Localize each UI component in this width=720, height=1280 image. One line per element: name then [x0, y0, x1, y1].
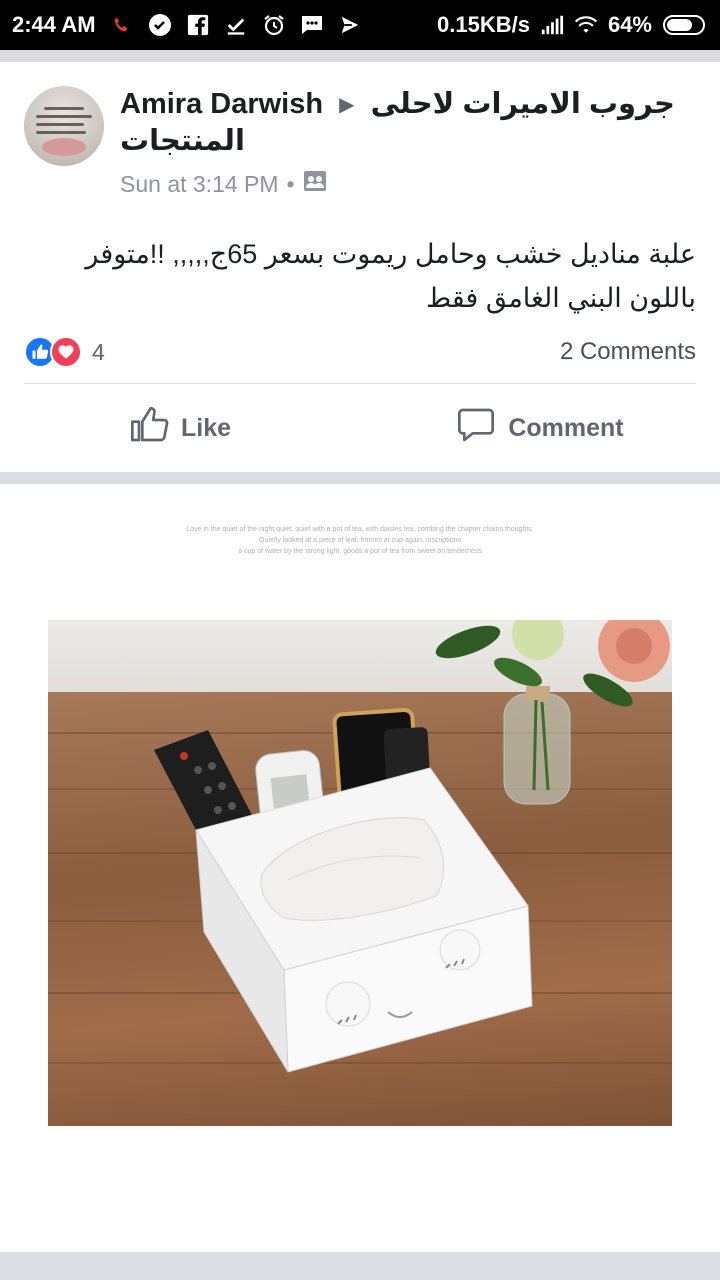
post-card: Amira Darwish ▶ جروب الاميرات لاحلى المن… — [0, 62, 720, 472]
battery-percentage: 64% — [607, 12, 652, 37]
comment-icon — [456, 405, 496, 452]
check-circle-icon — [148, 13, 172, 37]
like-button[interactable]: Like — [0, 384, 360, 472]
photo-caption: Love in the quiet of the night quiet, qu… — [180, 524, 540, 557]
network-speed: 0.15KB/s — [437, 12, 530, 37]
battery-icon — [662, 13, 708, 37]
product-photo[interactable] — [48, 620, 672, 1126]
send-icon — [338, 13, 362, 37]
caption-line: a cup of water by the strong light, good… — [238, 548, 482, 555]
thumbs-up-icon — [129, 405, 169, 452]
arrow-right-icon: ▶ — [339, 94, 355, 117]
post-header-title: Amira Darwish ▶ جروب الاميرات لاحلى المن… — [120, 86, 700, 159]
alarm-icon — [262, 13, 286, 37]
post-actions: Like Comment — [0, 384, 720, 472]
post-timestamp[interactable]: Sun at 3:14 PM — [120, 171, 279, 198]
facebook-icon — [186, 13, 210, 37]
post-text: علبة مناديل خشب وحامل ريموت بسعر 65ج,,,,… — [85, 239, 696, 313]
post-meta: Sun at 3:14 PM • — [120, 170, 327, 198]
download-done-icon — [224, 13, 248, 37]
author-name[interactable]: Amira Darwish — [120, 88, 323, 120]
comment-button[interactable]: Comment — [360, 384, 720, 472]
caption-line: Quietly looked at a piece of leaf, hmmm … — [259, 537, 461, 544]
signal-icon — [540, 13, 564, 37]
next-post-divider — [0, 1256, 720, 1280]
reactions-summary[interactable]: 4 — [24, 336, 105, 368]
comment-label: Comment — [508, 413, 624, 442]
photo-post[interactable]: Love in the quiet of the night quiet, qu… — [0, 484, 720, 1252]
meta-separator: • — [286, 170, 295, 197]
missed-call-icon — [110, 13, 134, 37]
avatar[interactable] — [24, 86, 104, 166]
wifi-icon — [574, 13, 598, 37]
message-icon — [300, 13, 324, 37]
love-reaction-icon — [50, 336, 82, 368]
like-label: Like — [180, 413, 232, 442]
group-icon — [303, 170, 327, 198]
reaction-count: 4 — [92, 338, 105, 365]
caption-line: Love in the quiet of the night quiet, qu… — [186, 526, 534, 533]
tissue-box-illustration — [154, 620, 670, 1073]
status-time: 2:44 AM — [12, 12, 96, 37]
comments-count-link[interactable]: 2 Comments — [560, 338, 696, 366]
status-bar: 2:44 AM 0.15KB/s 64% — [0, 0, 720, 50]
